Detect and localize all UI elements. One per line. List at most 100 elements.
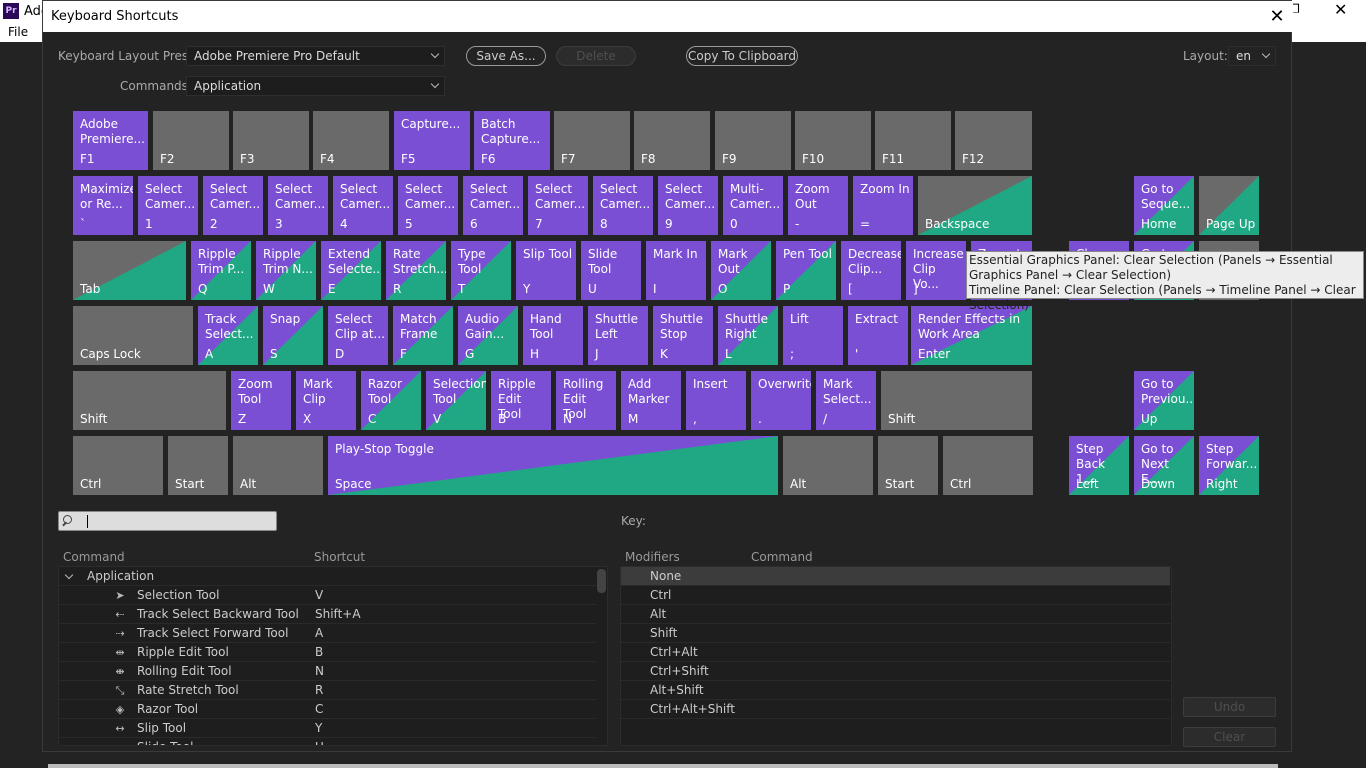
key-n[interactable]: Rolling Edit Tool N: [556, 371, 616, 430]
key-x[interactable]: Mark Clip X: [296, 371, 356, 430]
key-9[interactable]: Select Camer... 9: [658, 176, 718, 235]
key-sym9[interactable]: Overwrite.: [751, 371, 811, 430]
key-sym11[interactable]: Zoom Out -: [788, 176, 848, 235]
command-row[interactable]: ➤ Selection Tool V: [59, 586, 596, 605]
key-l[interactable]: Shuttle Right L: [718, 306, 778, 365]
command-row[interactable]: ⇹ Ripple Edit Tool B: [59, 643, 596, 662]
key-f10[interactable]: F10: [795, 111, 871, 170]
close-icon[interactable]: ✕: [1267, 1, 1287, 32]
key-a[interactable]: Track Select... A: [198, 306, 258, 365]
key-f2[interactable]: F2: [153, 111, 229, 170]
key-f7[interactable]: F7: [554, 111, 630, 170]
key-c[interactable]: Razor Tool C: [361, 371, 421, 430]
key-shift[interactable]: Shift: [73, 371, 226, 430]
key-2[interactable]: Select Camer... 2: [203, 176, 263, 235]
key-4[interactable]: Select Camer... 4: [333, 176, 393, 235]
key-sym10[interactable]: Mark Select... /: [816, 371, 876, 430]
key-f11[interactable]: F11: [875, 111, 951, 170]
key-f8[interactable]: F8: [634, 111, 710, 170]
key-z[interactable]: Zoom Tool Z: [231, 371, 291, 430]
key-start[interactable]: Start: [168, 436, 228, 495]
modifier-row[interactable]: None: [621, 567, 1170, 586]
key-u[interactable]: Slide Tool U: [581, 241, 641, 300]
preset-dropdown[interactable]: Adobe Premiere Pro Default: [186, 46, 445, 66]
key-v[interactable]: Selection Tool V: [426, 371, 486, 430]
key-capslock[interactable]: Caps Lock: [73, 306, 193, 365]
key-g[interactable]: Audio Gain... G: [458, 306, 518, 365]
key-sym12[interactable]: Increase Clip Vo...]: [906, 241, 966, 300]
key-q[interactable]: Ripple Trim P... Q: [191, 241, 251, 300]
command-shortcut[interactable]: Shift+A: [315, 605, 361, 624]
key-d[interactable]: Select Clip at... D: [328, 306, 388, 365]
command-row[interactable]: ◈ Razor Tool C: [59, 700, 596, 719]
command-shortcut[interactable]: V: [315, 586, 323, 605]
key-f9[interactable]: F9: [715, 111, 791, 170]
key-f4[interactable]: F4: [313, 111, 389, 170]
command-row[interactable]: ⇢ Track Select Forward Tool A: [59, 624, 596, 643]
save-as-button[interactable]: Save As...: [466, 46, 546, 66]
command-column-header[interactable]: Command: [63, 550, 125, 564]
modifier-row[interactable]: Shift: [621, 624, 1170, 643]
key-alt[interactable]: Alt: [783, 436, 873, 495]
command-row[interactable]: ⇼ Rolling Edit Tool N: [59, 662, 596, 681]
key-sym8[interactable]: Insert,: [686, 371, 746, 430]
command-shortcut[interactable]: N: [315, 662, 324, 681]
key-sym12[interactable]: Zoom In =: [853, 176, 913, 235]
group-row-application[interactable]: Application: [59, 567, 596, 586]
key-7[interactable]: Select Camer... 7: [528, 176, 588, 235]
key-sym0[interactable]: Maximize or Re... `: [73, 176, 133, 235]
command-shortcut[interactable]: Y: [315, 719, 322, 738]
search-field[interactable]: [58, 511, 277, 531]
key-y[interactable]: Slip Tool Y: [516, 241, 576, 300]
modifier-row[interactable]: Ctrl+Alt+Shift: [621, 700, 1170, 719]
modifier-row[interactable]: Alt: [621, 605, 1170, 624]
key-f6[interactable]: Batch Capture... F6: [474, 111, 550, 170]
key-ctrl[interactable]: Ctrl: [73, 436, 163, 495]
key-t[interactable]: Type Tool T: [451, 241, 511, 300]
modifier-row[interactable]: Alt+Shift: [621, 681, 1170, 700]
command-shortcut[interactable]: B: [315, 643, 323, 662]
key-f3[interactable]: F3: [233, 111, 309, 170]
command-shortcut[interactable]: C: [315, 700, 323, 719]
key-start[interactable]: Start: [878, 436, 938, 495]
key-sym11[interactable]: Extract ': [848, 306, 908, 365]
layout-dropdown[interactable]: en: [1228, 46, 1276, 66]
modifier-row[interactable]: Ctrl+Shift: [621, 662, 1170, 681]
key-6[interactable]: Select Camer... 6: [463, 176, 523, 235]
delete-button[interactable]: Delete: [556, 46, 636, 66]
key-home[interactable]: Go to Seque... Home: [1134, 176, 1194, 235]
key-right[interactable]: Step Forwar... Right: [1199, 436, 1259, 495]
menu-file[interactable]: File: [8, 25, 28, 39]
key-backspace[interactable]: Backspace: [918, 176, 1032, 235]
key-r[interactable]: Rate Stretch... R: [386, 241, 446, 300]
key-f5[interactable]: Capture... F5: [394, 111, 470, 170]
modifier-row[interactable]: Ctrl: [621, 586, 1170, 605]
clear-button[interactable]: Clear: [1183, 727, 1276, 747]
key-f[interactable]: Match Frame F: [393, 306, 453, 365]
key-i[interactable]: Mark In I: [646, 241, 706, 300]
key-p[interactable]: Pen Tool P: [776, 241, 836, 300]
key-m[interactable]: Add Marker M: [621, 371, 681, 430]
key-shift[interactable]: Shift: [881, 371, 1032, 430]
copy-to-clipboard-button[interactable]: Copy To Clipboard: [686, 46, 798, 66]
key-3[interactable]: Select Camer... 3: [268, 176, 328, 235]
key-enter[interactable]: Render Effects in Work Area Enter: [911, 306, 1032, 365]
key-b[interactable]: Ripple Edit Tool B: [491, 371, 551, 430]
key-j[interactable]: Shuttle Left J: [588, 306, 648, 365]
key-pageup[interactable]: Page Up: [1199, 176, 1259, 235]
command-row[interactable]: ⇔ Slide Tool U: [59, 738, 596, 746]
key-8[interactable]: Select Camer... 8: [593, 176, 653, 235]
command-row[interactable]: ⇠ Track Select Backward Tool Shift+A: [59, 605, 596, 624]
key-left[interactable]: Step Back 1... Left: [1069, 436, 1129, 495]
key-k[interactable]: Shuttle Stop K: [653, 306, 713, 365]
key-space[interactable]: Play-Stop Toggle Space: [328, 436, 778, 495]
key-sym11[interactable]: Decrease Clip... [: [841, 241, 901, 300]
key-s[interactable]: Snap S: [263, 306, 323, 365]
key-down[interactable]: Go to Next E... Down: [1134, 436, 1194, 495]
shortcut-column-header[interactable]: Shortcut: [314, 550, 365, 564]
chevron-down-icon[interactable]: [64, 570, 74, 580]
key-f1[interactable]: Adobe Premiere... F1: [73, 111, 148, 170]
key-0[interactable]: Multi-Camer... 0: [723, 176, 783, 235]
commands-dropdown[interactable]: Application: [186, 76, 445, 96]
key-1[interactable]: Select Camer... 1: [138, 176, 198, 235]
